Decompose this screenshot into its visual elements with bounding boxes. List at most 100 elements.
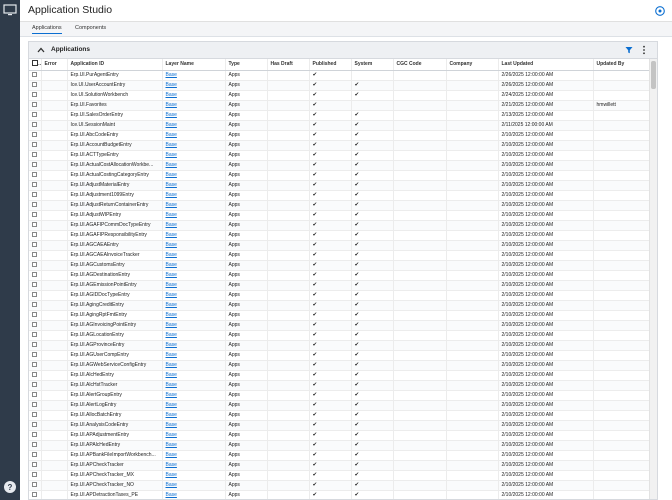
- row-checkbox[interactable]: [32, 391, 38, 397]
- table-row[interactable]: Erp.UI.AGDestinationEntry Base Apps ✔ ✔ 2/10/…: [29, 270, 649, 281]
- row-checkbox[interactable]: [32, 221, 38, 227]
- table-row[interactable]: Erp.UI.AGAFIPResponsibilityEntry Base Apps…: [29, 230, 649, 241]
- table-row[interactable]: Erp.UI.AlertGroupEntry Base Apps ✔ ✔ 2/10/202…: [29, 390, 649, 401]
- layer-name-link[interactable]: Base: [166, 342, 177, 348]
- row-checkbox[interactable]: [32, 281, 38, 287]
- layer-name-link[interactable]: Base: [166, 192, 177, 198]
- table-row[interactable]: Ice.UI.UserAccountEntry Base Apps ✔ ✔ 2/26/20…: [29, 80, 649, 91]
- layer-name-link[interactable]: Base: [166, 72, 177, 78]
- table-row[interactable]: Erp.UI.AGEmissionPointEntry Base Apps ✔ ✔ 2/1…: [29, 280, 649, 291]
- row-checkbox[interactable]: [32, 311, 38, 317]
- row-checkbox-cell[interactable]: [29, 290, 42, 301]
- layer-name-link[interactable]: Base: [166, 152, 177, 158]
- row-checkbox-cell[interactable]: [29, 150, 42, 161]
- row-checkbox-cell[interactable]: [29, 410, 42, 421]
- scrollbar-thumb[interactable]: [651, 61, 656, 89]
- row-checkbox[interactable]: [32, 71, 38, 77]
- table-row[interactable]: Erp.UI.SalesOrderEntry Base Apps ✔ ✔ 2/13/202…: [29, 110, 649, 121]
- table-row[interactable]: Erp.UI.AnalysisCodeEntry Base Apps ✔ ✔ 2/10/2…: [29, 420, 649, 431]
- row-checkbox[interactable]: [32, 471, 38, 477]
- layer-name-link[interactable]: Base: [166, 462, 177, 468]
- layer-name-link[interactable]: Base: [166, 182, 177, 188]
- row-checkbox-cell[interactable]: [29, 350, 42, 361]
- layer-name-link[interactable]: Base: [166, 482, 177, 488]
- layer-name-link[interactable]: Base: [166, 292, 177, 298]
- row-checkbox[interactable]: [32, 121, 38, 127]
- table-row[interactable]: Erp.UI.APCheckTracker_NO Base Apps ✔ ✔ 2/10/2…: [29, 480, 649, 491]
- table-row[interactable]: Erp.UI.AccountBudgetEntry Base Apps ✔ ✔ 2/10/…: [29, 140, 649, 151]
- table-row[interactable]: Erp.UI.APCheckTracker_MX Base Apps ✔ ✔ 2/10/2…: [29, 470, 649, 481]
- column-header-layer-name[interactable]: Layer Name: [162, 59, 226, 71]
- row-checkbox-cell[interactable]: [29, 260, 42, 271]
- layer-name-link[interactable]: Base: [166, 132, 177, 138]
- table-row[interactable]: Erp.UI.APCheckTracker Base Apps ✔ ✔ 2/10/2025…: [29, 460, 649, 471]
- row-checkbox-cell[interactable]: [29, 190, 42, 201]
- tab-applications[interactable]: Applications: [32, 25, 62, 34]
- layer-name-link[interactable]: Base: [166, 252, 177, 258]
- layer-name-link[interactable]: Base: [166, 222, 177, 228]
- layer-name-link[interactable]: Base: [166, 432, 177, 438]
- row-checkbox-cell[interactable]: [29, 110, 42, 121]
- gear-icon[interactable]: [654, 5, 666, 17]
- row-checkbox[interactable]: [32, 271, 38, 277]
- table-row[interactable]: Erp.UI.ActualCostingCategoryEntry Base App…: [29, 170, 649, 181]
- row-checkbox-cell[interactable]: [29, 390, 42, 401]
- row-checkbox[interactable]: [32, 411, 38, 417]
- row-checkbox-cell[interactable]: [29, 440, 42, 451]
- row-checkbox[interactable]: [32, 301, 38, 307]
- layer-name-link[interactable]: Base: [166, 232, 177, 238]
- layer-name-link[interactable]: Base: [166, 262, 177, 268]
- column-header-company[interactable]: Company: [446, 59, 499, 71]
- table-row[interactable]: Erp.UI.AllocBatchEntry Base Apps ✔ ✔ 2/10/202…: [29, 410, 649, 421]
- table-row[interactable]: Erp.UI.AGAFIPCommDocTypeEntry Base Apps ✔ ✔ 2…: [29, 220, 649, 231]
- row-checkbox-cell[interactable]: [29, 240, 42, 251]
- row-checkbox-cell[interactable]: [29, 340, 42, 351]
- layer-name-link[interactable]: Base: [166, 412, 177, 418]
- row-checkbox-cell[interactable]: [29, 490, 42, 499]
- row-checkbox-cell[interactable]: [29, 140, 42, 151]
- table-row[interactable]: Erp.UI.AgingRptFmtEntry Base Apps ✔ ✔ 2/10/20…: [29, 310, 649, 321]
- row-checkbox[interactable]: [32, 491, 38, 497]
- table-row[interactable]: Erp.UI.PurAgentEntry Base Apps ✔ 2/26/2025 1…: [29, 70, 649, 81]
- row-checkbox-cell[interactable]: [29, 270, 42, 281]
- row-checkbox-cell[interactable]: [29, 220, 42, 231]
- row-checkbox[interactable]: [32, 321, 38, 327]
- row-checkbox[interactable]: [32, 451, 38, 457]
- layer-name-link[interactable]: Base: [166, 362, 177, 368]
- select-all-checkbox[interactable]: [32, 60, 38, 67]
- table-row[interactable]: Erp.UI.AGCAEAEntry Base Apps ✔ ✔ 2/10/2025 12…: [29, 240, 649, 251]
- table-row[interactable]: Erp.UI.ActualCostAllocationWorkbe... Base…: [29, 160, 649, 171]
- row-checkbox[interactable]: [32, 131, 38, 137]
- select-all-checkbox-cell[interactable]: [29, 59, 42, 71]
- layer-name-link[interactable]: Base: [166, 142, 177, 148]
- column-header-updated-by[interactable]: Updated By: [593, 59, 649, 71]
- row-checkbox-cell[interactable]: [29, 420, 42, 431]
- table-row[interactable]: Erp.UI.AdjustMaterialEntry Base Apps ✔ ✔ 2/10…: [29, 180, 649, 191]
- column-header-last-updated[interactable]: Last Updated: [498, 59, 594, 71]
- layer-name-link[interactable]: Base: [166, 272, 177, 278]
- row-checkbox-cell[interactable]: [29, 400, 42, 411]
- layer-name-link[interactable]: Base: [166, 112, 177, 118]
- row-checkbox-cell[interactable]: [29, 310, 42, 321]
- row-checkbox-cell[interactable]: [29, 370, 42, 381]
- layer-name-link[interactable]: Base: [166, 302, 177, 308]
- row-checkbox-cell[interactable]: [29, 230, 42, 241]
- table-row[interactable]: Erp.UI.AGCAEAInvoiceTracker Base Apps ✔ ✔ 2/1…: [29, 250, 649, 261]
- layer-name-link[interactable]: Base: [166, 102, 177, 108]
- row-checkbox-cell[interactable]: [29, 320, 42, 331]
- chevron-up-icon[interactable]: [37, 46, 45, 54]
- table-row[interactable]: Erp.UI.AGInvoicingPointEntry Base Apps ✔ ✔ 2/…: [29, 320, 649, 331]
- row-checkbox-cell[interactable]: [29, 80, 42, 91]
- table-row[interactable]: Erp.UI.APAlcHedEntry Base Apps ✔ ✔ 2/10/2025 …: [29, 440, 649, 451]
- layer-name-link[interactable]: Base: [166, 202, 177, 208]
- layer-name-link[interactable]: Base: [166, 422, 177, 428]
- table-row[interactable]: Erp.UI.Adjustment1099Entry Base Apps ✔ ✔ 2/10…: [29, 190, 649, 201]
- layer-name-link[interactable]: Base: [166, 332, 177, 338]
- column-header-application-id[interactable]: Application ID: [67, 59, 163, 71]
- row-checkbox[interactable]: [32, 291, 38, 297]
- table-row[interactable]: Erp.UI.AlcHstTracker Base Apps ✔ ✔ 2/10/2025 …: [29, 380, 649, 391]
- row-checkbox-cell[interactable]: [29, 450, 42, 461]
- row-checkbox[interactable]: [32, 371, 38, 377]
- table-row[interactable]: Erp.UI.AGIDDocTypeEntry Base Apps ✔ ✔ 2/10/20…: [29, 290, 649, 301]
- row-checkbox-cell[interactable]: [29, 300, 42, 311]
